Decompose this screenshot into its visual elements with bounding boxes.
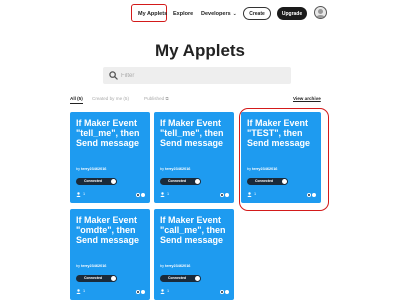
message-service-icon <box>141 192 145 197</box>
nav-my-applets[interactable]: My Applets <box>138 11 167 17</box>
search-input[interactable] <box>121 70 281 81</box>
connected-toggle[interactable]: Connected <box>160 178 201 185</box>
nav-developers[interactable]: Developers ⌄ <box>201 11 237 17</box>
applet-title: If Maker Event "call_me", then Send mess… <box>160 215 226 246</box>
avatar[interactable] <box>314 6 327 19</box>
tab-created-by-me[interactable]: Created by me (5) <box>92 96 129 101</box>
applet-title: If Maker Event "tell_me", then Send mess… <box>76 118 140 149</box>
maker-service-icon <box>136 289 140 294</box>
toggle-label: Connected <box>84 276 103 281</box>
message-service-icon <box>225 289 229 294</box>
maker-service-icon <box>220 192 224 197</box>
message-service-icon <box>225 192 229 197</box>
applet-author: terry23462016 <box>165 167 191 171</box>
applet-footer: 1 <box>76 289 146 295</box>
applet-byline-prefix: by <box>76 264 81 268</box>
upgrade-button[interactable]: Upgrade <box>277 7 307 20</box>
toggle-label: Connected <box>168 276 187 281</box>
top-nav: My Applets Explore Developers ⌄ Create Up… <box>0 0 400 28</box>
maker-service-icon <box>220 289 224 294</box>
tab-published[interactable]: Published ⧉ <box>144 96 169 101</box>
tab-published-label: Published <box>144 96 165 101</box>
applet-byline-prefix: by <box>76 167 81 171</box>
applet-footer: 1 <box>76 192 146 198</box>
create-button[interactable]: Create <box>243 7 271 20</box>
toggle-knob <box>111 179 116 184</box>
applet-byline-prefix: by <box>160 264 165 268</box>
chevron-down-icon: ⌄ <box>232 11 237 17</box>
applet-footer: 1 <box>160 192 230 198</box>
toggle-knob <box>195 179 200 184</box>
applet-author: terry23462016 <box>81 264 107 268</box>
user-icon <box>76 289 81 294</box>
user-count: 1 <box>83 289 86 293</box>
search-icon <box>109 71 118 80</box>
view-archive-link[interactable]: View archive <box>293 96 321 101</box>
applet-title: If Maker Event "omdte", then Send messag… <box>76 215 140 246</box>
user-icon <box>76 192 81 197</box>
user-icon <box>160 289 165 294</box>
applet-byline-prefix: by <box>160 167 165 171</box>
applet-highlight-ring <box>239 108 329 211</box>
applet-title: If Maker Event "tell_me", then Send mess… <box>160 118 224 149</box>
applet-footer: 1 <box>160 289 230 295</box>
applet-card[interactable]: If Maker Event "tell_me", then Send mess… <box>154 112 234 203</box>
applet-byline: by terry23462016 <box>160 167 190 171</box>
page-title: My Applets <box>154 41 246 60</box>
message-service-icon <box>141 289 145 294</box>
connected-toggle[interactable]: Connected <box>160 275 201 282</box>
search-box[interactable] <box>103 67 291 84</box>
connected-toggle[interactable]: Connected <box>76 275 117 282</box>
applet-byline: by terry23462016 <box>76 264 106 268</box>
applet-card[interactable]: If Maker Event "omdte", then Send messag… <box>70 209 150 300</box>
applet-author: terry23462016 <box>81 167 107 171</box>
maker-service-icon <box>136 192 140 197</box>
nav-explore[interactable]: Explore <box>173 11 193 17</box>
toggle-label: Connected <box>84 179 103 184</box>
user-count: 1 <box>167 289 170 293</box>
toggle-label: Connected <box>168 179 187 184</box>
external-link-icon: ⧉ <box>165 96 169 101</box>
user-count: 1 <box>83 192 86 196</box>
applet-byline: by terry23462016 <box>160 264 190 268</box>
applet-author: terry23462016 <box>165 264 191 268</box>
toggle-knob <box>195 276 200 281</box>
applet-card[interactable]: If Maker Event "call_me", then Send mess… <box>154 209 234 300</box>
user-count: 1 <box>167 192 170 196</box>
applet-byline: by terry23462016 <box>76 167 106 171</box>
user-icon <box>160 192 165 197</box>
toggle-knob <box>111 276 116 281</box>
applet-card[interactable]: If Maker Event "tell_me", then Send mess… <box>70 112 150 203</box>
connected-toggle[interactable]: Connected <box>76 178 117 185</box>
nav-developers-label: Developers <box>201 11 231 17</box>
tab-all[interactable]: All (5) <box>70 96 83 104</box>
